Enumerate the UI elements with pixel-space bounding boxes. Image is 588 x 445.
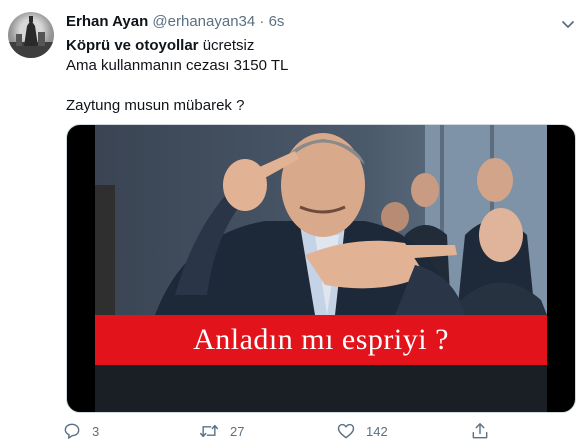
avatar-image (8, 16, 54, 58)
author-handle[interactable]: @erhanayan34 (152, 13, 255, 30)
image-caption-banner: Anladın mı espriyi ? (95, 315, 547, 365)
retweet-icon (199, 424, 219, 438)
tweet-photo: Anladın mı espriyi ? (95, 125, 547, 412)
like-count: 142 (366, 423, 388, 439)
share-icon (472, 423, 488, 439)
share-button[interactable] (470, 420, 490, 442)
tweet-line-1: Köprü ve otoyollar ücretsiz (66, 36, 566, 56)
timestamp[interactable]: 6s (269, 13, 285, 30)
tweet-line-2: Ama kullanmanın cezası 3150 TL (66, 57, 289, 74)
tweet-media[interactable]: Anladın mı espriyi ? (66, 124, 576, 413)
tweet-text: Köprü ve otoyollar ücretsiz Ama kullanma… (66, 36, 566, 116)
avatar[interactable] (8, 12, 54, 58)
retweet-count: 27 (230, 423, 245, 439)
photo-scene (95, 125, 547, 412)
chevron-down-icon[interactable] (558, 14, 578, 34)
tweet-line-1-bold: Köprü ve otoyollar (66, 37, 199, 54)
reply-button[interactable]: 3 (62, 420, 99, 442)
image-caption: Anladın mı espriyi ? (193, 323, 449, 356)
reply-icon (64, 423, 80, 439)
tweet-header: Erhan Ayan @erhanayan34 · 6s (66, 12, 284, 32)
heart-icon (337, 423, 355, 439)
separator-dot: · (259, 13, 265, 30)
retweet-button[interactable]: 27 (198, 420, 244, 442)
tweet-line-3: Zaytung musun mübarek ? (66, 97, 245, 114)
like-button[interactable]: 142 (336, 420, 388, 442)
tweet-actions: 3 27 142 (62, 420, 572, 442)
tweet-line-1-rest: ücretsiz (198, 37, 255, 54)
reply-count: 3 (92, 423, 100, 439)
author-name[interactable]: Erhan Ayan (66, 13, 148, 30)
tweet[interactable]: Erhan Ayan @erhanayan34 · 6s Köprü ve ot… (0, 0, 588, 445)
